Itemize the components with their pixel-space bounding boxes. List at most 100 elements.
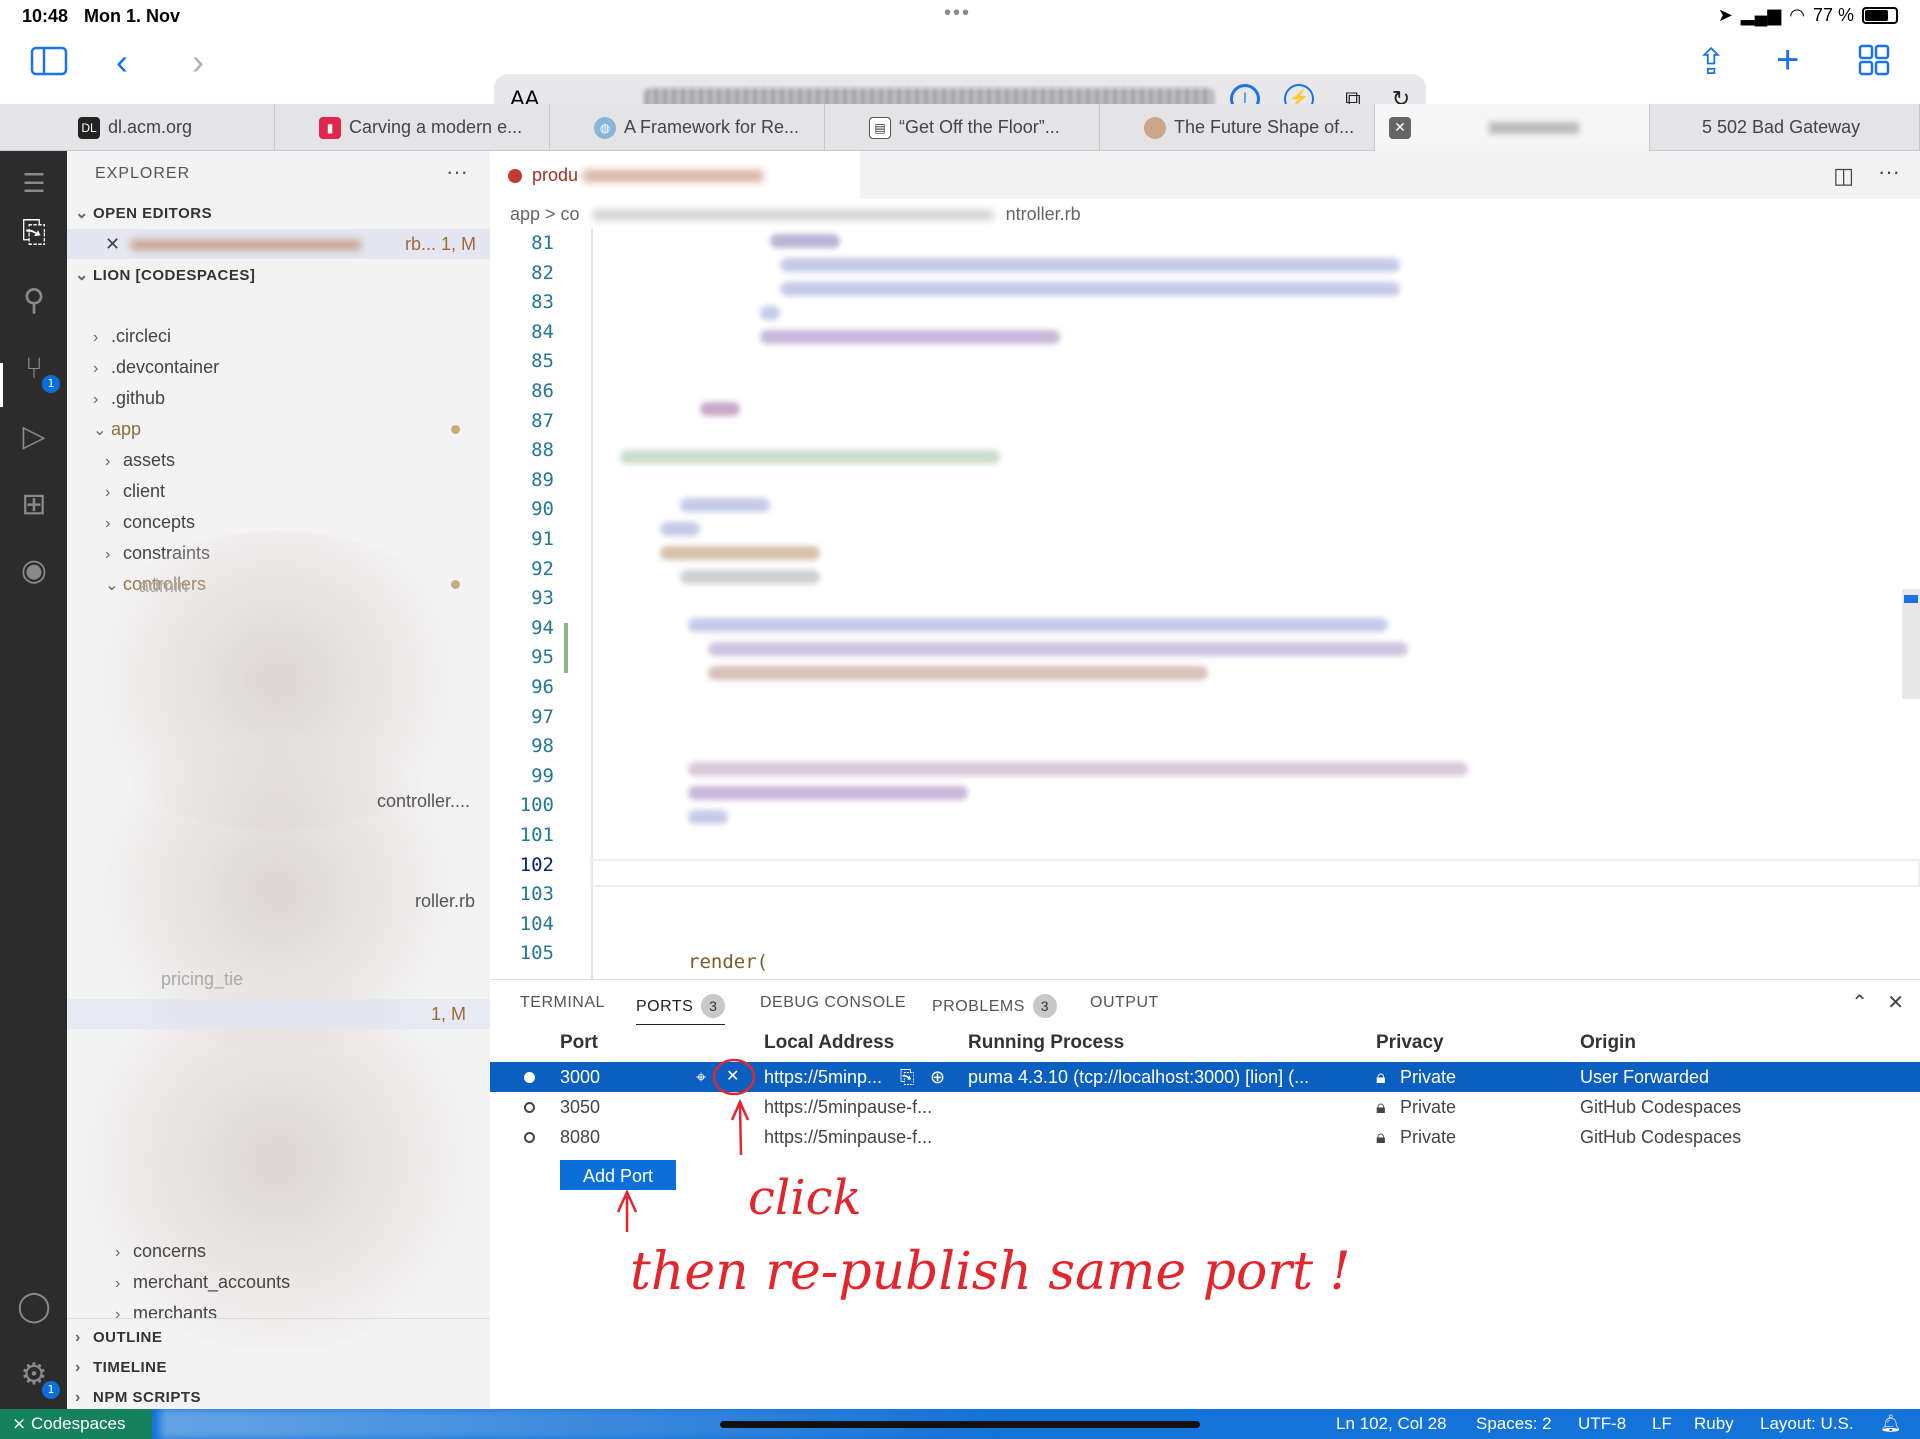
- extensions-icon[interactable]: ⊞: [14, 485, 54, 525]
- split-editor-icon[interactable]: ◫: [1833, 163, 1854, 189]
- browser-tab[interactable]: DL dl.acm.org: [0, 104, 275, 151]
- line-number: 105: [519, 942, 554, 965]
- editor-status: rb... 1, M: [404, 234, 476, 254]
- source-control-icon[interactable]: ⑂ 1: [14, 349, 60, 393]
- editor-tab[interactable]: produ: [490, 151, 860, 199]
- breadcrumb-redacted: [592, 210, 993, 221]
- browser-tab-bar: DL dl.acm.org ▮ Carving a modern e... ◍ …: [0, 104, 1920, 151]
- settings-gear-icon[interactable]: ⚙ 1: [14, 1355, 60, 1399]
- wifi-icon: ◠: [1789, 5, 1805, 25]
- chevron-right-icon: ›: [93, 360, 99, 377]
- breadcrumb[interactable]: app > co ntroller.rb: [490, 199, 1920, 229]
- browser-tab[interactable]: ◍ A Framework for Re...: [550, 104, 825, 151]
- open-editors-section[interactable]: ⌄ OPEN EDITORS: [67, 199, 490, 229]
- tab-overview-icon[interactable]: [1858, 44, 1890, 82]
- chevron-right-icon: ›: [93, 391, 99, 408]
- github-icon[interactable]: ◉: [14, 551, 54, 591]
- search-icon[interactable]: ⚲: [14, 281, 54, 321]
- browser-tab[interactable]: 5 502 Bad Gateway: [1650, 104, 1920, 151]
- tree-item[interactable]: › client: [67, 476, 490, 506]
- tree-item[interactable]: › merchant_accounts: [67, 1267, 490, 1297]
- browser-tab[interactable]: The Future Shape of...: [1100, 104, 1375, 151]
- line-number: 83: [531, 291, 554, 314]
- tree-row-selected[interactable]: 1, M: [67, 999, 490, 1029]
- vscode-status-bar: ⨯ Codespaces Ln 102, Col 28 Spaces: 2 UT…: [0, 1409, 1920, 1439]
- line-number: 102: [519, 853, 554, 876]
- remote-icon: ⨯: [12, 1414, 31, 1433]
- tab-label: A Framework for Re...: [624, 117, 800, 137]
- workspace-section[interactable]: ⌄ LION [CODESPACES]: [67, 261, 490, 291]
- code-redacted: [620, 450, 1000, 464]
- tree-item[interactable]: › assets: [67, 445, 490, 475]
- code-redacted: [688, 762, 1468, 776]
- section-label: LION [CODESPACES]: [93, 267, 256, 284]
- code-redacted: [770, 234, 840, 248]
- globe-icon: ◍: [594, 116, 616, 139]
- new-tab-icon[interactable]: +: [1776, 40, 1799, 80]
- tree-item-label: .github: [111, 388, 166, 408]
- cursor-position[interactable]: Ln 102, Col 28: [1336, 1409, 1447, 1439]
- forward-icon[interactable]: ›: [192, 44, 204, 80]
- code-redacted: [688, 618, 1388, 632]
- tree-item[interactable]: › .circleci: [67, 321, 490, 351]
- line-number: 86: [531, 380, 554, 402]
- minimap-scroll[interactable]: [1902, 589, 1920, 699]
- chevron-right-icon: ›: [105, 515, 111, 532]
- share-icon[interactable]: ⇪: [1696, 44, 1726, 80]
- battery-percent: 77 %: [1812, 5, 1854, 25]
- language-mode[interactable]: Ruby: [1694, 1409, 1734, 1439]
- tree-item[interactable]: › .devcontainer: [67, 352, 490, 382]
- tab-label: dl.acm.org: [108, 117, 193, 137]
- tab-label: The Future Shape of...: [1174, 117, 1355, 137]
- browser-tab[interactable]: ▤ “Get Off the Floor”...: [825, 104, 1100, 151]
- indentation[interactable]: Spaces: 2: [1476, 1409, 1552, 1439]
- line-number: 97: [531, 705, 554, 728]
- code-editor[interactable]: 81 82 83 84 85 86 87 88 89 90 91 92 93 94 95 96 97 98 99 10…: [490, 229, 1920, 979]
- line-number: 100: [519, 794, 554, 817]
- tree-item[interactable]: › concerns: [67, 1236, 490, 1266]
- account-icon[interactable]: ◯: [14, 1287, 54, 1327]
- filename-redacted: [583, 170, 764, 183]
- multitasking-dots-icon[interactable]: •••: [944, 2, 971, 25]
- signal-icon: ▂▄▆: [1740, 5, 1782, 25]
- more-actions-icon[interactable]: ···: [1878, 159, 1900, 185]
- tree-item[interactable]: ⌄ app: [67, 414, 490, 444]
- browser-tab-active[interactable]: ✕: [1375, 104, 1650, 151]
- code-redacted: [660, 546, 820, 560]
- notifications-bell-icon[interactable]: 🔔︎: [1880, 1409, 1902, 1439]
- chevron-right-icon: ›: [115, 1275, 121, 1292]
- annotation-instruction: then re-publish same port !: [630, 1242, 1351, 1302]
- keyboard-layout[interactable]: Layout: U.S.: [1760, 1409, 1854, 1439]
- tab-label: 5 502 Bad Gateway: [1702, 117, 1861, 137]
- modified-dot-icon: [451, 425, 460, 434]
- encoding[interactable]: UTF-8: [1578, 1409, 1626, 1439]
- close-icon[interactable]: ✕: [1389, 116, 1411, 139]
- code-token: render(: [688, 951, 769, 973]
- explorer-icon[interactable]: ⎘: [14, 213, 54, 253]
- editor-tab-label: produ: [532, 165, 579, 185]
- close-icon[interactable]: ✕: [105, 229, 120, 259]
- chevron-right-icon: ›: [105, 453, 111, 470]
- open-editor-item[interactable]: ✕ rb... 1, M: [67, 229, 490, 259]
- run-debug-icon[interactable]: ▷: [14, 417, 54, 457]
- date: Mon 1. Nov: [84, 6, 181, 26]
- browser-tab[interactable]: ▮ Carving a modern e...: [275, 104, 550, 151]
- chevron-right-icon: ›: [105, 546, 111, 563]
- code-redacted: [708, 666, 1208, 680]
- vscode-activity-bar: ☰ ⎘ ⚲ ⑂ 1 ▷ ⊞ ◉ ◯ ⚙ 1: [0, 151, 67, 1409]
- line-ending[interactable]: LF: [1652, 1409, 1672, 1439]
- more-actions-icon[interactable]: ···: [446, 159, 468, 185]
- back-icon[interactable]: ‹: [116, 44, 128, 80]
- outline-section[interactable]: › OUTLINE: [67, 1323, 490, 1353]
- code-redacted: [680, 498, 770, 512]
- remote-indicator[interactable]: ⨯ Codespaces: [0, 1409, 152, 1439]
- sidebar-icon[interactable]: [30, 46, 68, 82]
- acm-dl-icon: DL: [78, 116, 100, 139]
- tab-label: “Get Off the Floor”...: [899, 117, 1060, 137]
- line-number: 91: [531, 528, 554, 550]
- timeline-section[interactable]: › TIMELINE: [67, 1353, 490, 1383]
- menu-icon[interactable]: ☰: [14, 163, 54, 203]
- code-redacted: [680, 570, 820, 584]
- tree-item[interactable]: › .github: [67, 383, 490, 413]
- gutter-change-marker: [564, 623, 568, 673]
